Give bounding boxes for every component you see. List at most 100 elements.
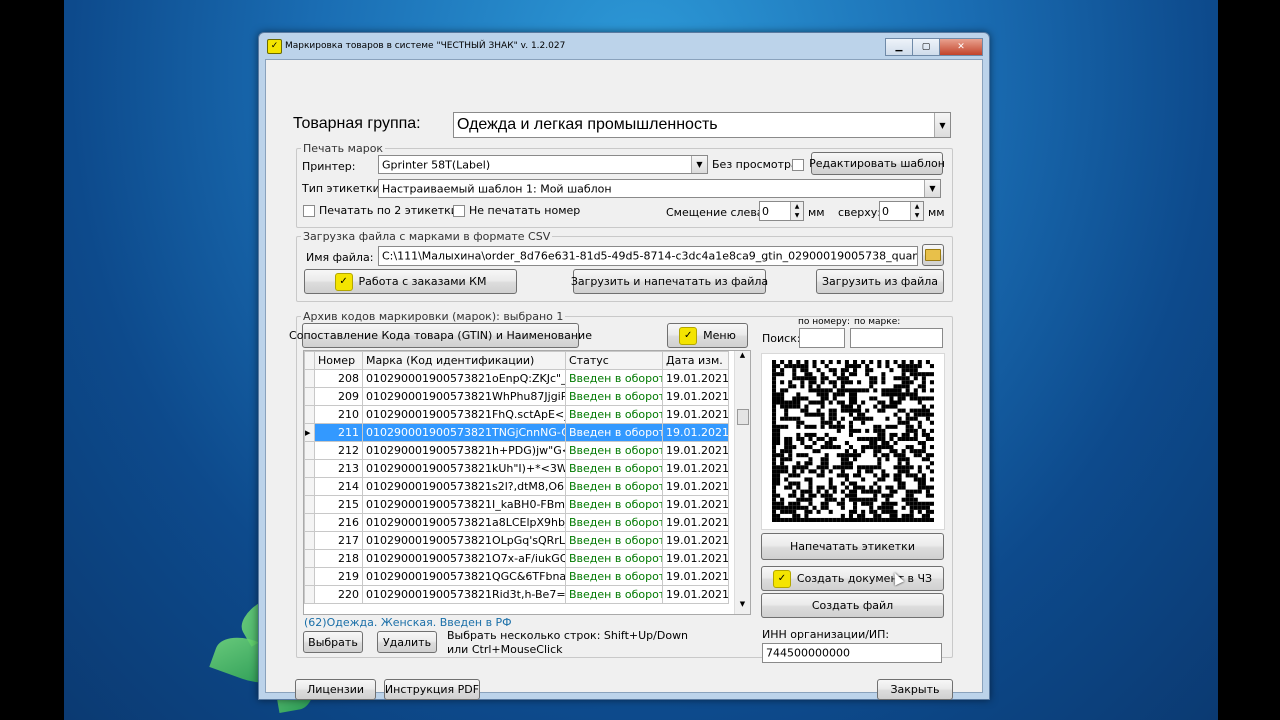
table-row[interactable]: 218 010290001900573821O7x-aF/iukGQu Введен… xyxy=(304,549,729,568)
edit-template-button[interactable]: Редактировать шаблон xyxy=(809,152,945,175)
folder-icon xyxy=(925,249,941,261)
printer-label: Принтер: xyxy=(302,160,356,173)
scroll-up-icon[interactable]: ▲ xyxy=(735,351,750,365)
offset-left-spinner[interactable]: 0 ▲ ▼ xyxy=(759,201,804,221)
filename-value: C:\111\Малыхина\order_8d76e631-81d5-49d5… xyxy=(382,249,917,263)
cell-number: 208 xyxy=(314,369,363,388)
table-row[interactable]: 210 010290001900573821FhQ.sctApE<_' Введен… xyxy=(304,405,729,424)
cell-date: 19.01.2021 xyxy=(662,459,729,478)
cell-status: Введен в оборот xyxy=(565,531,663,550)
printer-value: Gprinter 58T(Label) xyxy=(382,158,491,171)
cell-date: 19.01.2021 xyxy=(662,423,729,442)
open-folder-button[interactable] xyxy=(922,244,944,266)
label-type-label: Тип этикетки: xyxy=(302,182,384,195)
manual-pdf-button[interactable]: Инструкция PDF xyxy=(384,679,480,700)
no-preview-checkbox[interactable] xyxy=(792,159,804,171)
row-indicator xyxy=(304,387,315,406)
column-header[interactable]: Марка (Код идентификации) xyxy=(362,351,566,370)
create-document-label: Создать документ в ЧЗ xyxy=(796,572,933,585)
app-logo-icon: ✓ xyxy=(679,326,698,345)
product-group-label: Товарная группа: xyxy=(293,115,421,132)
offset-top-label: сверху: xyxy=(838,206,882,219)
cell-date: 19.01.2021 xyxy=(662,477,729,496)
spinner-arrows-icon[interactable]: ▲ ▼ xyxy=(790,202,803,220)
cell-number: 212 xyxy=(314,441,363,460)
cell-status: Введен в оборот xyxy=(565,459,663,478)
table-row[interactable]: 215 010290001900573821I_kaBH0-FBmFr Введен… xyxy=(304,495,729,514)
orders-button[interactable]: ✓ Работа с заказами КМ xyxy=(304,269,517,294)
product-group-select[interactable]: Одежда и легкая промышленность ▼ xyxy=(453,112,951,138)
label-type-select[interactable]: Настраиваемый шаблон 1: Мой шаблон ▼ xyxy=(378,179,941,198)
table-row[interactable]: 208 010290001900573821oEnpQ:ZKJc"_q Введен… xyxy=(304,369,729,388)
load-file-button[interactable]: Загрузить из файла xyxy=(816,269,944,294)
cell-date: 19.01.2021 xyxy=(662,531,729,550)
row-indicator-header xyxy=(304,351,315,370)
window-client-area: Товарная группа: Одежда и легкая промышл… xyxy=(265,59,983,700)
cell-code: 010290001900573821oEnpQ:ZKJc"_q xyxy=(362,369,566,388)
offset-top-value: 0 xyxy=(882,205,889,218)
inn-value: 744500000000 xyxy=(766,646,850,660)
cell-date: 19.01.2021 xyxy=(662,513,729,532)
row-indicator xyxy=(304,549,315,568)
no-print-number-checkbox[interactable] xyxy=(453,205,465,217)
scroll-thumb[interactable] xyxy=(737,409,749,425)
search-mark-input[interactable] xyxy=(850,328,943,348)
inn-input[interactable]: 744500000000 xyxy=(762,643,942,663)
table-row[interactable]: 219 010290001900573821QGC&6TFbna/T< Введен… xyxy=(304,567,729,586)
printer-select[interactable]: Gprinter 58T(Label) ▼ xyxy=(378,155,708,174)
mapping-button[interactable]: Сопоставление Кода товара (GTIN) и Наиме… xyxy=(289,323,592,348)
create-file-button[interactable]: Создать файл xyxy=(761,593,944,618)
cell-status: Введен в оборот xyxy=(565,495,663,514)
minimize-button[interactable]: ▁ xyxy=(885,38,913,56)
licenses-button[interactable]: Лицензии xyxy=(295,679,376,700)
title-bar[interactable]: ✓ Маркировка товаров в системе "ЧЕСТНЫЙ … xyxy=(259,33,989,59)
print-two-checkbox[interactable] xyxy=(303,205,315,217)
maximize-button[interactable]: ▢ xyxy=(912,38,940,56)
table-row[interactable]: 216 010290001900573821a8LCElpX9hbj" Введен… xyxy=(304,513,729,532)
close-window-button[interactable]: ✕ xyxy=(939,38,983,56)
hint-line2: или Ctrl+MouseClick xyxy=(447,643,563,656)
table-row[interactable]: 209 010290001900573821WhPhu87JjgiPG Введен… xyxy=(304,387,729,406)
cell-code: 010290001900573821Rid3t,h-Be7=s xyxy=(362,585,566,604)
row-indicator xyxy=(304,513,315,532)
row-indicator xyxy=(304,441,315,460)
cell-number: 210 xyxy=(314,405,363,424)
table-row[interactable]: 214 010290001900573821s2l?,dtM8,O6h Введен… xyxy=(304,477,729,496)
cell-number: 218 xyxy=(314,549,363,568)
table-row[interactable]: ▸ 211 010290001900573821TNGjCnnNG-Q"R Введе… xyxy=(304,423,729,442)
table-scrollbar[interactable]: ▲ ▼ xyxy=(734,351,750,614)
cell-status: Введен в оборот xyxy=(565,567,663,586)
print-labels-button[interactable]: Напечатать этикетки xyxy=(761,533,944,560)
menu-button-label: Меню xyxy=(703,329,736,342)
search-number-input[interactable] xyxy=(799,328,845,348)
delete-button[interactable]: Удалить xyxy=(377,631,437,653)
load-print-button[interactable]: Загрузить и напечатать из файла xyxy=(571,269,768,294)
cell-number: 215 xyxy=(314,495,363,514)
create-document-button[interactable]: ✓ Создать документ в ЧЗ xyxy=(761,566,944,591)
cell-code: 010290001900573821kUh"I)+*<3WAk xyxy=(362,459,566,478)
menu-button[interactable]: ✓ Меню xyxy=(667,323,748,348)
spinner-arrows-icon[interactable]: ▲ ▼ xyxy=(910,202,923,220)
table-row[interactable]: 213 010290001900573821kUh"I)+*<3WAk Введен… xyxy=(304,459,729,478)
filename-input[interactable]: C:\111\Малыхина\order_8d76e631-81d5-49d5… xyxy=(378,246,918,266)
app-logo-icon: ✓ xyxy=(772,569,791,588)
cell-code: 010290001900573821FhQ.sctApE<_' xyxy=(362,405,566,424)
table-row[interactable]: 220 010290001900573821Rid3t,h-Be7=s Введен… xyxy=(304,585,729,604)
scroll-down-icon[interactable]: ▼ xyxy=(735,600,750,614)
select-button[interactable]: Выбрать xyxy=(303,631,363,653)
table-row[interactable]: 217 010290001900573821OLpGq'sQRrLrh Введен… xyxy=(304,531,729,550)
table-row[interactable]: 212 010290001900573821h+PDG)jw"G<fv Введен… xyxy=(304,441,729,460)
column-header[interactable]: Дата изм. xyxy=(662,351,729,370)
offset-left-unit: мм xyxy=(808,206,825,219)
cell-number: 217 xyxy=(314,531,363,550)
cell-code: 010290001900573821a8LCElpX9hbj" xyxy=(362,513,566,532)
cell-date: 19.01.2021 xyxy=(662,585,729,604)
column-header[interactable]: Номер xyxy=(314,351,363,370)
close-button[interactable]: Закрыть xyxy=(877,679,953,700)
cell-status: Введен в оборот xyxy=(565,369,663,388)
app-logo-icon: ✓ xyxy=(334,272,353,291)
column-header[interactable]: Статус xyxy=(565,351,663,370)
offset-top-spinner[interactable]: 0 ▲ ▼ xyxy=(879,201,924,221)
cell-status: Введен в оборот xyxy=(565,387,663,406)
row-indicator: ▸ xyxy=(304,423,315,442)
